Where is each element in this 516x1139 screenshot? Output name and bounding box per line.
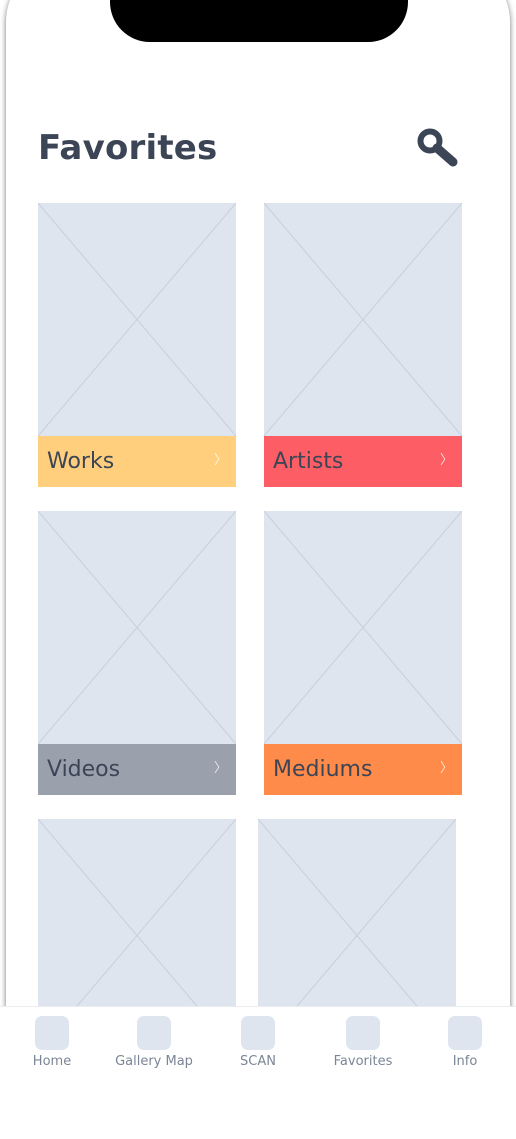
tile-label-bar: Mediums 〉 <box>264 744 462 795</box>
tile-mediums[interactable]: Mediums 〉 <box>264 511 462 795</box>
chevron-right-icon: 〉 <box>213 452 227 467</box>
search-button[interactable] <box>414 126 462 170</box>
search-icon <box>417 128 458 167</box>
page-title: Favorites <box>38 128 218 168</box>
tab-label: Gallery Map <box>115 1054 193 1069</box>
tile-artists[interactable]: Artists 〉 <box>264 203 462 487</box>
tab-label: SCAN <box>240 1054 276 1069</box>
tile-label: Artists <box>273 449 344 474</box>
tab-home[interactable]: Home <box>7 1016 97 1069</box>
tile-label: Works <box>47 449 115 474</box>
chevron-right-icon: 〉 <box>439 760 453 775</box>
favorites-icon <box>346 1016 380 1050</box>
tile-works[interactable]: Works 〉 <box>38 203 236 487</box>
scan-icon <box>241 1016 275 1050</box>
tab-label: Info <box>452 1054 478 1069</box>
tile-label-bar: Artists 〉 <box>264 436 462 487</box>
tab-label: Favorites <box>333 1054 393 1069</box>
tile-label-bar: Videos 〉 <box>38 744 236 795</box>
tile-videos[interactable]: Videos 〉 <box>38 511 236 795</box>
bottom-tab-bar: Home Gallery Map SCAN Favorites Info <box>0 1006 516 1139</box>
tab-gallery-map[interactable]: Gallery Map <box>109 1016 199 1069</box>
gallery-map-icon <box>137 1016 171 1050</box>
tile-label: Videos <box>47 757 121 782</box>
info-icon <box>448 1016 482 1050</box>
chevron-right-icon: 〉 <box>439 452 453 467</box>
tile-label-bar: Works 〉 <box>38 436 236 487</box>
chevron-right-icon: 〉 <box>213 760 227 775</box>
favorites-screen: Favorites Works 〉 Artists 〉 Videos 〉 Med… <box>0 0 516 1139</box>
tab-info[interactable]: Info <box>420 1016 510 1069</box>
tab-scan[interactable]: SCAN <box>213 1016 303 1069</box>
tile-label: Mediums <box>273 757 373 782</box>
tab-favorites[interactable]: Favorites <box>318 1016 408 1069</box>
home-icon <box>35 1016 69 1050</box>
tab-label: Home <box>32 1054 72 1069</box>
